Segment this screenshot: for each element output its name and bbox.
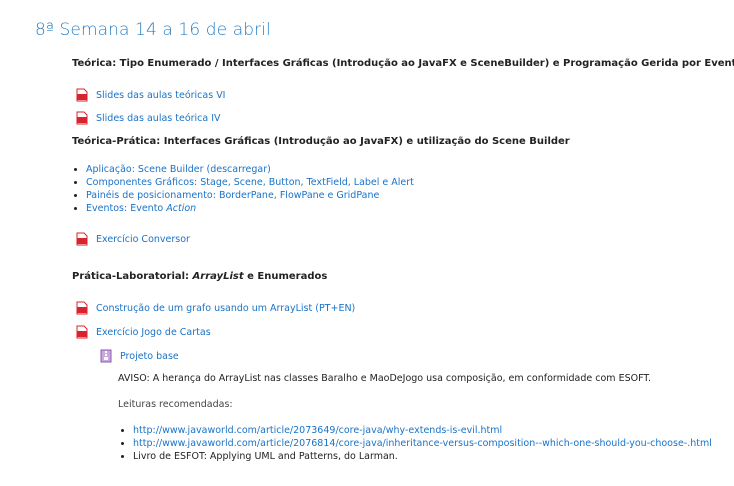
tp-item-link[interactable]: Aplicação: Scene Builder (descarregar) xyxy=(86,163,271,176)
tp-item-link[interactable]: Componentes Gráficos: Stage, Scene, Butt… xyxy=(86,176,414,189)
list-item: http://www.javaworld.com/article/2076814… xyxy=(121,437,712,450)
resource-projeto-base[interactable]: Projeto base xyxy=(100,348,179,364)
pratica-heading: Prática-Laboratorial: ArrayList e Enumer… xyxy=(72,271,327,282)
pratica-suffix: e Enumerados xyxy=(243,271,328,282)
resource-link[interactable]: Exercício Jogo de Cartas xyxy=(96,327,211,338)
pdf-icon xyxy=(76,301,88,315)
list-item: Componentes Gráficos: Stage, Scene, Butt… xyxy=(74,176,414,189)
resource-link[interactable]: Projeto base xyxy=(120,351,179,362)
pratica-emph: ArrayList xyxy=(192,271,244,282)
leitura-link[interactable]: http://www.javaworld.com/article/2076814… xyxy=(133,437,712,450)
tp-item-link[interactable]: Eventos: Evento Action xyxy=(86,202,196,215)
leituras-label: Leituras recomendadas: xyxy=(118,399,233,410)
tp-list: Aplicação: Scene Builder (descarregar) C… xyxy=(74,163,414,215)
tp-item-prefix: Eventos: Evento xyxy=(86,203,167,214)
resource-slides-vi[interactable]: Slides das aulas teóricas VI xyxy=(76,87,226,103)
teorica-text: : Tipo Enumerado / Interfaces Gráficas (… xyxy=(112,58,734,69)
aviso-text: AVISO: A herança do ArrayList nas classe… xyxy=(118,373,652,384)
section-title: 8ª Semana 14 a 16 de abril xyxy=(35,20,271,40)
pdf-icon xyxy=(76,111,88,125)
teorico-pratica-heading: Teórica-Prática: Interfaces Gráficas (In… xyxy=(72,136,570,147)
pdf-icon xyxy=(76,325,88,339)
list-item: Eventos: Evento Action xyxy=(74,202,414,215)
teorica-label: Teórica xyxy=(72,58,113,69)
pratica-label: Prática-Laboratorial: xyxy=(72,271,193,282)
leitura-link[interactable]: http://www.javaworld.com/article/2073649… xyxy=(133,424,502,437)
archive-icon xyxy=(100,349,112,363)
list-item: Aplicação: Scene Builder (descarregar) xyxy=(74,163,414,176)
teorico-pratica-text: : Interfaces Gráficas (Introdução ao Jav… xyxy=(156,136,570,147)
resource-jogo-cartas[interactable]: Exercício Jogo de Cartas xyxy=(76,324,211,340)
resource-link[interactable]: Slides das aulas teóricas VI xyxy=(96,90,226,101)
list-item: Painéis de posicionamento: BorderPane, F… xyxy=(74,189,414,202)
resource-exercicio-conversor[interactable]: Exercício Conversor xyxy=(76,231,190,247)
teorica-heading: Teórica: Tipo Enumerado / Interfaces Grá… xyxy=(72,58,734,69)
list-item: http://www.javaworld.com/article/2073649… xyxy=(121,424,712,437)
teorico-pratica-label: Teórica-Prática xyxy=(72,136,157,147)
resource-link[interactable]: Slides das aulas teórica IV xyxy=(96,113,221,124)
pdf-icon xyxy=(76,88,88,102)
tp-item-emph: Action xyxy=(166,203,197,214)
resource-grafo-arraylist[interactable]: Construção de um grafo usando um ArrayLi… xyxy=(76,300,355,316)
resource-link[interactable]: Exercício Conversor xyxy=(96,234,190,245)
leitura-text: Livro de ESFOT: Applying UML and Pattern… xyxy=(133,451,398,462)
list-item: Livro de ESFOT: Applying UML and Pattern… xyxy=(121,450,712,463)
resource-link[interactable]: Construção de um grafo usando um ArrayLi… xyxy=(96,303,355,314)
tp-item-link[interactable]: Painéis de posicionamento: BorderPane, F… xyxy=(86,189,379,202)
leituras-list: http://www.javaworld.com/article/2073649… xyxy=(121,424,712,463)
pdf-icon xyxy=(76,232,88,246)
resource-slides-iv[interactable]: Slides das aulas teórica IV xyxy=(76,110,221,126)
